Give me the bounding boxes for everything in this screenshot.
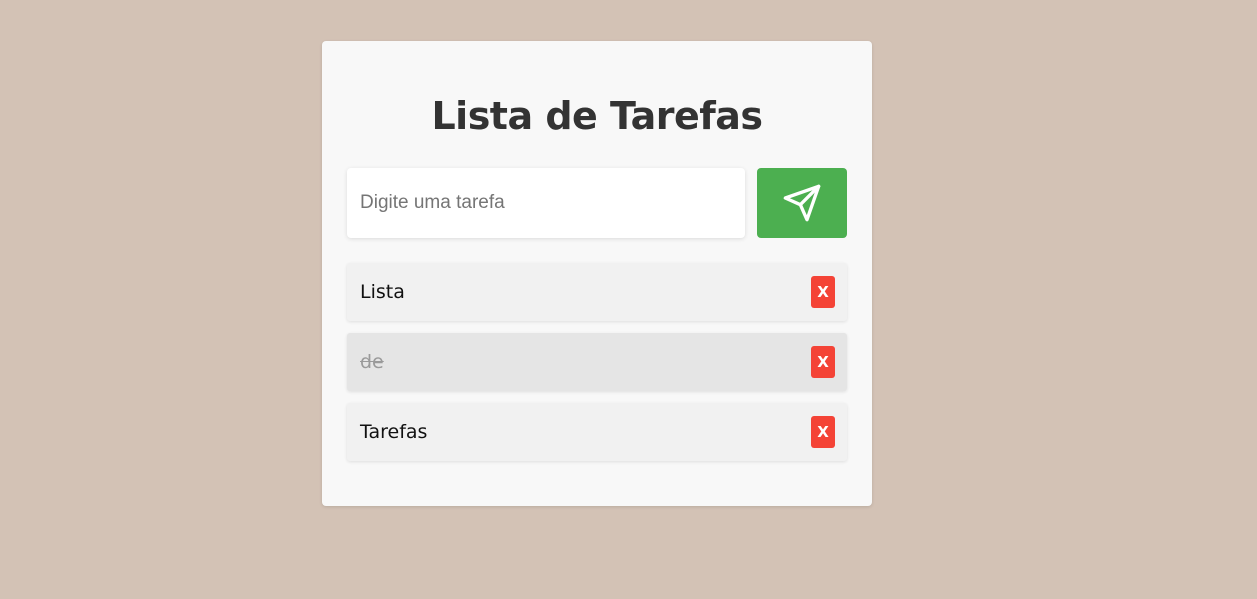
task-list: Lista X de X Tarefas X: [347, 263, 847, 473]
delete-task-button[interactable]: X: [811, 416, 835, 448]
task-text: Tarefas: [360, 421, 428, 443]
add-task-button[interactable]: [757, 168, 847, 238]
task-item[interactable]: Tarefas X: [347, 403, 847, 461]
todo-card: Lista de Tarefas Lista X de X Tarefas X: [322, 41, 872, 506]
task-item[interactable]: de X: [347, 333, 847, 391]
task-text: Lista: [360, 281, 405, 303]
delete-task-button[interactable]: X: [811, 346, 835, 378]
task-text: de: [360, 351, 384, 373]
send-icon: [783, 184, 821, 222]
delete-task-button[interactable]: X: [811, 276, 835, 308]
page-title: Lista de Tarefas: [431, 94, 763, 138]
task-item[interactable]: Lista X: [347, 263, 847, 321]
task-input[interactable]: [347, 168, 745, 238]
